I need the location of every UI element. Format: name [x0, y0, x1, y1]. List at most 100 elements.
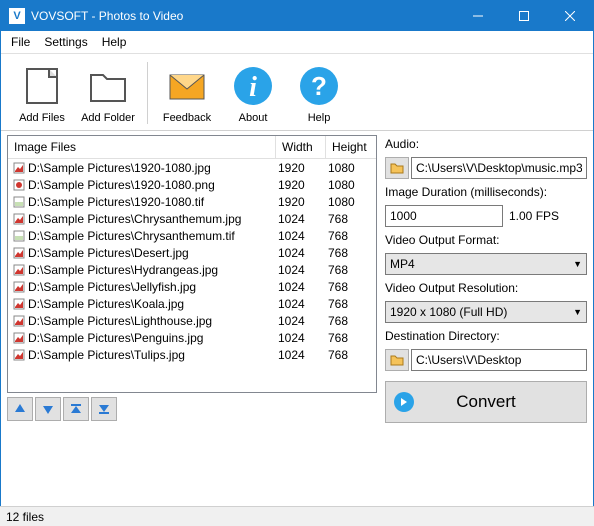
resolution-select[interactable]: 1920 x 1080 (Full HD) ▼: [385, 301, 587, 323]
col-image-files[interactable]: Image Files: [8, 136, 276, 158]
file-type-icon: [12, 281, 26, 293]
table-row[interactable]: D:\Sample Pictures\Hydrangeas.jpg1024768: [8, 261, 376, 278]
file-type-icon: [12, 196, 26, 208]
file-path: D:\Sample Pictures\Jellyfish.jpg: [28, 280, 272, 294]
titlebar[interactable]: V VOVSOFT - Photos to Video: [1, 1, 593, 31]
help-icon: ?: [295, 62, 343, 110]
move-bottom-button[interactable]: [91, 397, 117, 421]
add-files-label: Add Files: [19, 112, 65, 124]
file-height: 768: [322, 263, 372, 277]
svg-text:?: ?: [311, 71, 327, 101]
duration-input[interactable]: [385, 205, 503, 227]
maximize-button[interactable]: [501, 1, 547, 31]
close-button[interactable]: [547, 1, 593, 31]
file-height: 1080: [322, 195, 372, 209]
menu-file[interactable]: File: [11, 35, 30, 49]
format-select[interactable]: MP4 ▼: [385, 253, 587, 275]
status-text: 12 files: [6, 510, 44, 524]
file-path: D:\Sample Pictures\Tulips.jpg: [28, 348, 272, 362]
status-bar: 12 files: [0, 506, 594, 526]
file-path: D:\Sample Pictures\1920-1080.jpg: [28, 161, 272, 175]
add-folder-button[interactable]: Add Folder: [75, 60, 141, 126]
file-height: 768: [322, 348, 372, 362]
file-height: 768: [322, 229, 372, 243]
move-top-button[interactable]: [63, 397, 89, 421]
file-width: 1024: [272, 246, 322, 260]
file-type-icon: [12, 264, 26, 276]
file-width: 1024: [272, 348, 322, 362]
file-path: D:\Sample Pictures\Lighthouse.jpg: [28, 314, 272, 328]
file-type-icon: [12, 247, 26, 259]
convert-label: Convert: [386, 392, 586, 412]
file-width: 1024: [272, 263, 322, 277]
file-height: 768: [322, 297, 372, 311]
file-path: D:\Sample Pictures\1920-1080.tif: [28, 195, 272, 209]
file-path: D:\Sample Pictures\Hydrangeas.jpg: [28, 263, 272, 277]
toolbar-separator: [147, 62, 148, 124]
add-files-icon: [18, 62, 66, 110]
minimize-button[interactable]: [455, 1, 501, 31]
chevron-down-icon: ▼: [573, 307, 582, 317]
table-row[interactable]: D:\Sample Pictures\1920-1080.jpg19201080: [8, 159, 376, 176]
help-label: Help: [308, 112, 331, 124]
menu-help[interactable]: Help: [102, 35, 127, 49]
format-value: MP4: [390, 257, 415, 271]
file-height: 768: [322, 246, 372, 260]
audio-path-input[interactable]: [411, 157, 587, 179]
file-path: D:\Sample Pictures\Koala.jpg: [28, 297, 272, 311]
format-label: Video Output Format:: [385, 233, 587, 247]
table-row[interactable]: D:\Sample Pictures\Tulips.jpg1024768: [8, 346, 376, 363]
dest-label: Destination Directory:: [385, 329, 587, 343]
table-row[interactable]: D:\Sample Pictures\1920-1080.png19201080: [8, 176, 376, 193]
table-row[interactable]: D:\Sample Pictures\Koala.jpg1024768: [8, 295, 376, 312]
file-list[interactable]: Image Files Width Height D:\Sample Pictu…: [7, 135, 377, 393]
resolution-label: Video Output Resolution:: [385, 281, 587, 295]
dest-browse-button[interactable]: [385, 349, 409, 371]
audio-label: Audio:: [385, 137, 587, 151]
add-folder-icon: [84, 62, 132, 110]
menu-settings[interactable]: Settings: [44, 35, 87, 49]
convert-icon: [394, 392, 414, 412]
file-type-icon: [12, 298, 26, 310]
file-width: 1024: [272, 331, 322, 345]
table-row[interactable]: D:\Sample Pictures\Chrysanthemum.tif1024…: [8, 227, 376, 244]
menubar: File Settings Help: [1, 31, 593, 54]
file-width: 1024: [272, 297, 322, 311]
feedback-icon: [163, 62, 211, 110]
file-path: D:\Sample Pictures\Penguins.jpg: [28, 331, 272, 345]
file-type-icon: [12, 179, 26, 191]
file-height: 768: [322, 280, 372, 294]
file-type-icon: [12, 162, 26, 174]
table-row[interactable]: D:\Sample Pictures\Jellyfish.jpg1024768: [8, 278, 376, 295]
feedback-label: Feedback: [163, 112, 211, 124]
chevron-down-icon: ▼: [573, 259, 582, 269]
move-down-button[interactable]: [35, 397, 61, 421]
dest-path-input[interactable]: [411, 349, 587, 371]
table-row[interactable]: D:\Sample Pictures\Chrysanthemum.jpg1024…: [8, 210, 376, 227]
app-icon: V: [9, 8, 25, 24]
col-width[interactable]: Width: [276, 136, 326, 158]
file-height: 1080: [322, 161, 372, 175]
about-icon: i: [229, 62, 277, 110]
help-button[interactable]: ? Help: [286, 60, 352, 126]
col-height[interactable]: Height: [326, 136, 376, 158]
file-list-header: Image Files Width Height: [8, 136, 376, 159]
add-files-button[interactable]: Add Files: [9, 60, 75, 126]
feedback-button[interactable]: Feedback: [154, 60, 220, 126]
file-width: 1920: [272, 178, 322, 192]
window-title: VOVSOFT - Photos to Video: [31, 9, 455, 23]
audio-browse-button[interactable]: [385, 157, 409, 179]
table-row[interactable]: D:\Sample Pictures\Desert.jpg1024768: [8, 244, 376, 261]
file-height: 768: [322, 331, 372, 345]
file-width: 1920: [272, 195, 322, 209]
table-row[interactable]: D:\Sample Pictures\Lighthouse.jpg1024768: [8, 312, 376, 329]
table-row[interactable]: D:\Sample Pictures\Penguins.jpg1024768: [8, 329, 376, 346]
move-up-button[interactable]: [7, 397, 33, 421]
list-controls: [7, 393, 377, 423]
about-button[interactable]: i About: [220, 60, 286, 126]
file-height: 768: [322, 314, 372, 328]
add-folder-label: Add Folder: [81, 112, 135, 124]
table-row[interactable]: D:\Sample Pictures\1920-1080.tif19201080: [8, 193, 376, 210]
convert-button[interactable]: Convert: [385, 381, 587, 423]
resolution-value: 1920 x 1080 (Full HD): [390, 305, 507, 319]
